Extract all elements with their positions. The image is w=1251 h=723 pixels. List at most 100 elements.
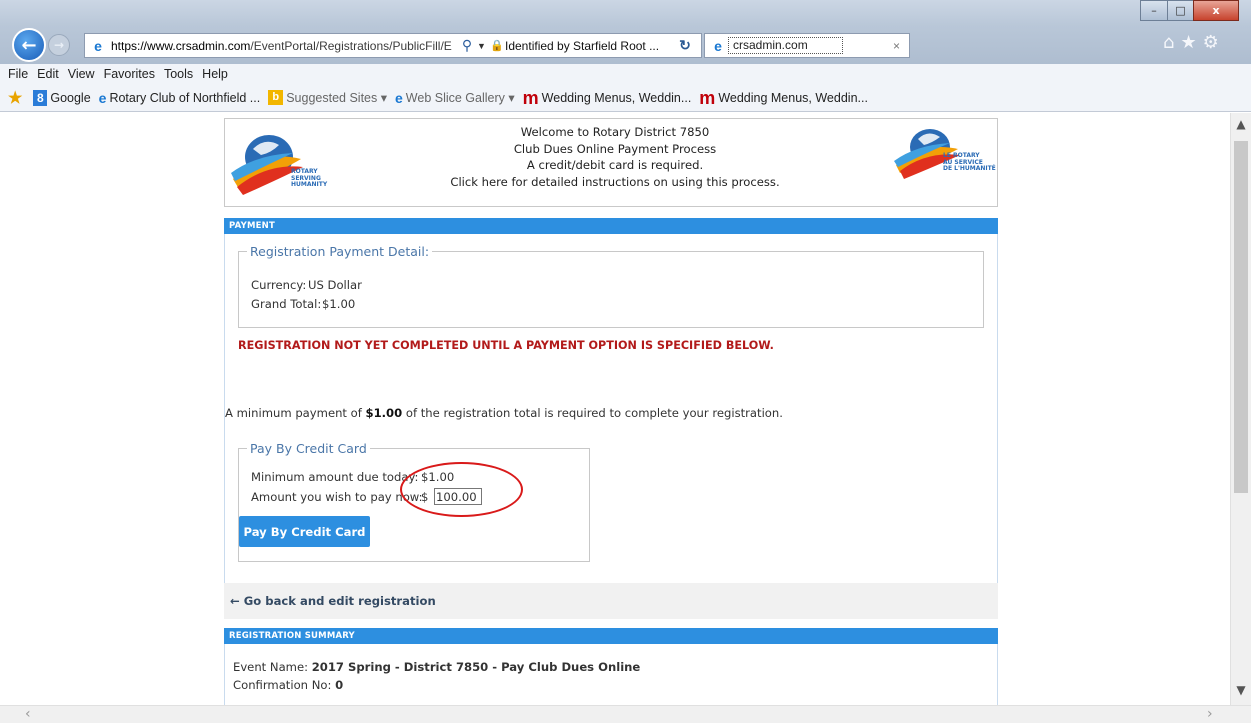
address-bar[interactable]: e https://www.crsadmin.com/EventPortal/R… bbox=[84, 33, 702, 58]
refresh-icon[interactable]: ↻ bbox=[675, 37, 695, 54]
menu-edit[interactable]: Edit bbox=[37, 67, 59, 81]
currency-value: US Dollar bbox=[308, 278, 362, 292]
wish-currency-symbol: $ bbox=[421, 490, 429, 504]
favorites-star-icon[interactable]: ★ bbox=[1180, 32, 1196, 53]
instructions-link[interactable]: Click here for detailed instructions on … bbox=[445, 174, 785, 191]
logo-right-text: LE ROTARY AU SERVICE DE L'HUMANITÉ bbox=[943, 152, 996, 172]
min-due-label: Minimum amount due today: bbox=[251, 470, 419, 484]
menu-bar: File Edit View Favorites Tools Help bbox=[0, 64, 1251, 84]
grand-total-label: Grand Total: bbox=[251, 297, 322, 311]
event-name-value: 2017 Spring - District 7850 - Pay Club D… bbox=[311, 660, 641, 674]
payment-section-header: PAYMENT bbox=[224, 218, 998, 234]
arrow-right-icon: → bbox=[53, 38, 65, 52]
header-line-2: Club Dues Online Payment Process bbox=[513, 141, 717, 156]
currency-label: Currency: bbox=[251, 278, 307, 292]
scroll-left-icon[interactable]: ‹ bbox=[25, 706, 31, 722]
scroll-up-icon[interactable]: ▲ bbox=[1231, 117, 1251, 135]
favorite-suggested-sites[interactable]: b Suggested Sites ▾ bbox=[268, 90, 387, 105]
page-viewport: ROTARY SERVING HUMANITY Welcome to Rotary … bbox=[0, 113, 1230, 705]
url-domain: www.crsadmin.com bbox=[147, 38, 251, 53]
scroll-right-icon[interactable]: › bbox=[1207, 706, 1213, 722]
confirmation-label: Confirmation No: bbox=[233, 678, 336, 692]
favorites-bar: ★ 8 Google e Rotary Club of Northfield ...… bbox=[0, 84, 1251, 112]
bing-icon: b bbox=[268, 90, 284, 105]
google-8-icon: 8 bbox=[33, 89, 48, 106]
min-text-amount: $1.00 bbox=[365, 406, 403, 420]
grand-total-value: $1.00 bbox=[322, 297, 356, 311]
address-url[interactable]: https://www.crsadmin.com/EventPortal/Reg… bbox=[111, 39, 457, 53]
header-line-1: Welcome to Rotary District 7850 bbox=[520, 125, 710, 139]
star-add-icon: ★ bbox=[8, 89, 23, 107]
maximize-button[interactable]: □ bbox=[1167, 0, 1194, 21]
certificate-label[interactable]: Identified by Starfield Root ... bbox=[505, 39, 675, 53]
summary-section-header: REGISTRATION SUMMARY bbox=[224, 628, 998, 644]
toolbar-icons: ⌂ ★ ⚙ bbox=[1163, 32, 1219, 53]
favorite-label: Web Slice Gallery ▾ bbox=[405, 91, 515, 105]
favorite-label: Wedding Menus, Weddin... bbox=[718, 90, 868, 105]
wish-to-pay-label: Amount you wish to pay now: bbox=[251, 490, 423, 504]
dropdown-arrow-icon[interactable]: ▼ bbox=[477, 41, 489, 51]
header-text: Welcome to Rotary District 7850 Club Due… bbox=[445, 124, 785, 190]
close-window-button[interactable]: x bbox=[1193, 0, 1239, 21]
min-text-before: A minimum payment of bbox=[225, 406, 366, 420]
rotary-globe-logo-icon bbox=[231, 135, 303, 195]
home-icon[interactable]: ⌂ bbox=[1163, 32, 1174, 53]
back-bar: ← Go back and edit registration bbox=[224, 583, 998, 619]
payment-amount-input[interactable] bbox=[434, 488, 482, 505]
minimize-button[interactable]: – bbox=[1140, 0, 1168, 21]
favorite-wedding-menus-1[interactable]: m Wedding Menus, Weddin... bbox=[523, 89, 692, 107]
menu-file[interactable]: File bbox=[8, 67, 28, 81]
payment-detail-legend: Registration Payment Detail: bbox=[250, 244, 430, 259]
minimum-payment-text: A minimum payment of $1.00 of the regist… bbox=[225, 406, 783, 420]
favorite-wedding-menus-2[interactable]: m Wedding Menus, Weddin... bbox=[699, 89, 868, 107]
menu-help[interactable]: Help bbox=[202, 67, 228, 81]
event-name-label: Event Name: bbox=[233, 660, 312, 674]
browser-tab[interactable]: e crsadmin.com × bbox=[704, 33, 910, 58]
event-name-row: Event Name: 2017 Spring - District 7850 … bbox=[233, 660, 640, 674]
favorite-label: Suggested Sites ▾ bbox=[286, 91, 387, 105]
lock-icon[interactable]: 🔒 bbox=[489, 39, 505, 52]
tab-close-icon[interactable]: × bbox=[893, 39, 909, 53]
scroll-thumb[interactable] bbox=[1234, 141, 1248, 493]
favorite-google[interactable]: 8 Google bbox=[33, 89, 91, 106]
header-line-3: A credit/debit card is required. bbox=[526, 158, 704, 172]
menu-favorites[interactable]: Favorites bbox=[104, 67, 155, 81]
url-path: /EventPortal/Registrations/PublicFill/E bbox=[250, 38, 452, 53]
m-logo-icon: m bbox=[522, 87, 539, 108]
scroll-down-icon[interactable]: ▼ bbox=[1231, 683, 1251, 701]
confirmation-value: 0 bbox=[335, 678, 344, 692]
payment-panel: Registration Payment Detail: Currency: U… bbox=[224, 234, 998, 583]
confirmation-row: Confirmation No: 0 bbox=[233, 678, 343, 692]
m-logo-icon: m bbox=[699, 87, 716, 108]
credit-card-legend: Pay By Credit Card bbox=[250, 441, 367, 456]
add-favorites-button[interactable]: ★ bbox=[8, 88, 25, 108]
ie-page-icon: e bbox=[395, 89, 403, 106]
logo-left-text: ROTARY SERVING HUMANITY bbox=[291, 168, 328, 188]
ie-page-icon: e bbox=[98, 89, 107, 106]
favorite-rotary-club[interactable]: e Rotary Club of Northfield ... bbox=[99, 90, 261, 106]
menu-view[interactable]: View bbox=[68, 67, 95, 81]
go-back-edit-link[interactable]: ← Go back and edit registration bbox=[230, 594, 436, 608]
ie-page-icon: e bbox=[714, 37, 722, 54]
min-text-after: of the registration total is required to… bbox=[402, 406, 783, 420]
back-button[interactable]: ← bbox=[12, 28, 46, 62]
favorite-label: Google bbox=[50, 90, 91, 105]
gear-icon[interactable]: ⚙ bbox=[1203, 32, 1219, 53]
menu-tools[interactable]: Tools bbox=[164, 67, 193, 81]
search-icon[interactable]: ⚲ bbox=[457, 37, 477, 54]
arrow-left-icon: ← bbox=[21, 34, 37, 56]
registration-warning: REGISTRATION NOT YET COMPLETED UNTIL A P… bbox=[238, 339, 774, 352]
ie-page-icon: e bbox=[94, 37, 102, 54]
summary-panel: Event Name: 2017 Spring - District 7850 … bbox=[224, 644, 998, 705]
min-due-value: $1.00 bbox=[421, 470, 455, 484]
vertical-scrollbar[interactable]: ▲ ▼ bbox=[1230, 113, 1251, 705]
favorite-label: Wedding Menus, Weddin... bbox=[541, 90, 692, 105]
tab-title: crsadmin.com bbox=[728, 37, 843, 54]
favorite-label: Rotary Club of Northfield ... bbox=[109, 90, 261, 105]
page-header: ROTARY SERVING HUMANITY Welcome to Rotary … bbox=[224, 118, 998, 207]
horizontal-scrollbar[interactable]: ‹ › bbox=[0, 705, 1251, 723]
forward-button[interactable]: → bbox=[48, 34, 70, 56]
pay-by-credit-card-button[interactable]: Pay By Credit Card bbox=[239, 516, 370, 547]
url-prefix: https:// bbox=[111, 38, 148, 53]
favorite-web-slice-gallery[interactable]: e Web Slice Gallery ▾ bbox=[395, 90, 515, 106]
